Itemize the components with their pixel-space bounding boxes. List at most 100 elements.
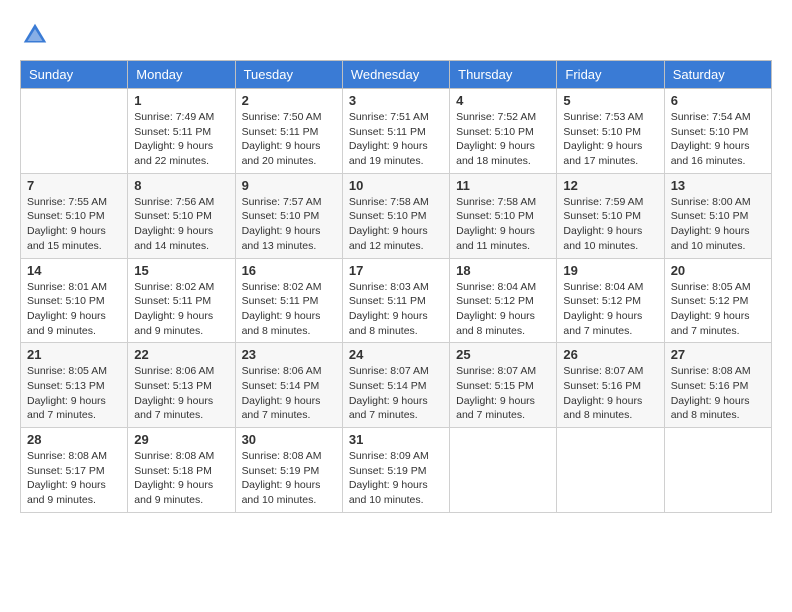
calendar-cell: 26 Sunrise: 8:07 AMSunset: 5:16 PMDayligh… bbox=[557, 343, 664, 428]
day-info: Sunrise: 7:54 AMSunset: 5:10 PMDaylight:… bbox=[671, 110, 765, 169]
calendar-cell: 24Sunrise: 8:07 AMSunset: 5:14 PMDayligh… bbox=[342, 343, 449, 428]
day-number: 20 bbox=[671, 263, 765, 278]
day-number: 26 bbox=[563, 347, 657, 362]
day-info: Sunrise: 8:04 AMSunset: 5:12 PMDaylight:… bbox=[456, 280, 550, 339]
calendar-cell bbox=[557, 428, 664, 513]
day-number: 9 bbox=[242, 178, 336, 193]
day-info: Sunrise: 7:51 AMSunset: 5:11 PMDaylight:… bbox=[349, 110, 443, 169]
day-number: 7 bbox=[27, 178, 121, 193]
day-info: Sunrise: 7:55 AMSunset: 5:10 PMDaylight:… bbox=[27, 195, 121, 254]
day-info: Sunrise: 8:08 AMSunset: 5:16 PMDaylight:… bbox=[671, 364, 765, 423]
day-number: 1 bbox=[134, 93, 228, 108]
calendar-cell: 18 Sunrise: 8:04 AMSunset: 5:12 PMDayligh… bbox=[450, 258, 557, 343]
calendar-header-row: SundayMondayTuesdayWednesdayThursdayFrid… bbox=[21, 61, 772, 89]
day-header-thursday: Thursday bbox=[450, 61, 557, 89]
day-number: 3 bbox=[349, 93, 443, 108]
day-number: 25 bbox=[456, 347, 550, 362]
calendar-cell: 29 Sunrise: 8:08 AMSunset: 5:18 PMDayligh… bbox=[128, 428, 235, 513]
day-number: 13 bbox=[671, 178, 765, 193]
day-info: Sunrise: 8:06 AMSunset: 5:14 PMDaylight:… bbox=[242, 364, 336, 423]
calendar-cell bbox=[450, 428, 557, 513]
calendar-cell bbox=[664, 428, 771, 513]
day-number: 27 bbox=[671, 347, 765, 362]
calendar-cell: 23 Sunrise: 8:06 AMSunset: 5:14 PMDayligh… bbox=[235, 343, 342, 428]
day-number: 21 bbox=[27, 347, 121, 362]
day-info: Sunrise: 7:58 AMSunset: 5:10 PMDaylight:… bbox=[456, 195, 550, 254]
day-number: 19 bbox=[563, 263, 657, 278]
day-header-sunday: Sunday bbox=[21, 61, 128, 89]
day-number: 23 bbox=[242, 347, 336, 362]
calendar-cell: 13 Sunrise: 8:00 AMSunset: 5:10 PMDayligh… bbox=[664, 173, 771, 258]
day-number: 5 bbox=[563, 93, 657, 108]
calendar-cell: 7 Sunrise: 7:55 AMSunset: 5:10 PMDaylight… bbox=[21, 173, 128, 258]
day-info: Sunrise: 8:03 AMSunset: 5:11 PMDaylight:… bbox=[349, 280, 443, 339]
day-number: 28 bbox=[27, 432, 121, 447]
day-number: 16 bbox=[242, 263, 336, 278]
calendar-week-row: 14Sunrise: 8:01 AMSunset: 5:10 PMDayligh… bbox=[21, 258, 772, 343]
calendar-cell: 30Sunrise: 8:08 AMSunset: 5:19 PMDayligh… bbox=[235, 428, 342, 513]
day-info: Sunrise: 7:58 AMSunset: 5:10 PMDaylight:… bbox=[349, 195, 443, 254]
day-info: Sunrise: 7:49 AMSunset: 5:11 PMDaylight:… bbox=[134, 110, 228, 169]
calendar-cell: 4 Sunrise: 7:52 AMSunset: 5:10 PMDaylight… bbox=[450, 89, 557, 174]
day-info: Sunrise: 8:05 AMSunset: 5:13 PMDaylight:… bbox=[27, 364, 121, 423]
day-info: Sunrise: 7:50 AMSunset: 5:11 PMDaylight:… bbox=[242, 110, 336, 169]
calendar-cell: 10 Sunrise: 7:58 AMSunset: 5:10 PMDayligh… bbox=[342, 173, 449, 258]
day-info: Sunrise: 8:08 AMSunset: 5:19 PMDaylight:… bbox=[242, 449, 336, 508]
day-number: 31 bbox=[349, 432, 443, 447]
calendar-cell: 21 Sunrise: 8:05 AMSunset: 5:13 PMDayligh… bbox=[21, 343, 128, 428]
calendar-table: SundayMondayTuesdayWednesdayThursdayFrid… bbox=[20, 60, 772, 513]
day-number: 6 bbox=[671, 93, 765, 108]
day-info: Sunrise: 8:08 AMSunset: 5:18 PMDaylight:… bbox=[134, 449, 228, 508]
day-info: Sunrise: 7:52 AMSunset: 5:10 PMDaylight:… bbox=[456, 110, 550, 169]
calendar-week-row: 21 Sunrise: 8:05 AMSunset: 5:13 PMDayligh… bbox=[21, 343, 772, 428]
day-info: Sunrise: 8:06 AMSunset: 5:13 PMDaylight:… bbox=[134, 364, 228, 423]
day-number: 15 bbox=[134, 263, 228, 278]
day-info: Sunrise: 8:08 AMSunset: 5:17 PMDaylight:… bbox=[27, 449, 121, 508]
calendar-cell: 12Sunrise: 7:59 AMSunset: 5:10 PMDayligh… bbox=[557, 173, 664, 258]
calendar-cell: 3 Sunrise: 7:51 AMSunset: 5:11 PMDaylight… bbox=[342, 89, 449, 174]
day-number: 11 bbox=[456, 178, 550, 193]
calendar-cell: 19 Sunrise: 8:04 AMSunset: 5:12 PMDayligh… bbox=[557, 258, 664, 343]
calendar-cell: 9 Sunrise: 7:57 AMSunset: 5:10 PMDaylight… bbox=[235, 173, 342, 258]
day-number: 4 bbox=[456, 93, 550, 108]
calendar-cell: 16Sunrise: 8:02 AMSunset: 5:11 PMDayligh… bbox=[235, 258, 342, 343]
day-number: 18 bbox=[456, 263, 550, 278]
day-number: 24 bbox=[349, 347, 443, 362]
calendar-cell: 14Sunrise: 8:01 AMSunset: 5:10 PMDayligh… bbox=[21, 258, 128, 343]
calendar-week-row: 1 Sunrise: 7:49 AMSunset: 5:11 PMDaylight… bbox=[21, 89, 772, 174]
day-info: Sunrise: 7:53 AMSunset: 5:10 PMDaylight:… bbox=[563, 110, 657, 169]
day-info: Sunrise: 8:05 AMSunset: 5:12 PMDaylight:… bbox=[671, 280, 765, 339]
day-header-tuesday: Tuesday bbox=[235, 61, 342, 89]
calendar-cell: 11 Sunrise: 7:58 AMSunset: 5:10 PMDayligh… bbox=[450, 173, 557, 258]
day-header-friday: Friday bbox=[557, 61, 664, 89]
calendar-week-row: 7 Sunrise: 7:55 AMSunset: 5:10 PMDaylight… bbox=[21, 173, 772, 258]
calendar-cell: 28 Sunrise: 8:08 AMSunset: 5:17 PMDayligh… bbox=[21, 428, 128, 513]
calendar-cell bbox=[21, 89, 128, 174]
day-number: 29 bbox=[134, 432, 228, 447]
calendar-cell: 22Sunrise: 8:06 AMSunset: 5:13 PMDayligh… bbox=[128, 343, 235, 428]
day-info: Sunrise: 7:57 AMSunset: 5:10 PMDaylight:… bbox=[242, 195, 336, 254]
day-number: 8 bbox=[134, 178, 228, 193]
calendar-cell: 2Sunrise: 7:50 AMSunset: 5:11 PMDaylight… bbox=[235, 89, 342, 174]
day-number: 10 bbox=[349, 178, 443, 193]
calendar-cell: 17 Sunrise: 8:03 AMSunset: 5:11 PMDayligh… bbox=[342, 258, 449, 343]
day-info: Sunrise: 8:04 AMSunset: 5:12 PMDaylight:… bbox=[563, 280, 657, 339]
logo-icon bbox=[20, 20, 50, 50]
day-header-monday: Monday bbox=[128, 61, 235, 89]
calendar-week-row: 28 Sunrise: 8:08 AMSunset: 5:17 PMDayligh… bbox=[21, 428, 772, 513]
calendar-cell: 1 Sunrise: 7:49 AMSunset: 5:11 PMDaylight… bbox=[128, 89, 235, 174]
day-info: Sunrise: 8:02 AMSunset: 5:11 PMDaylight:… bbox=[134, 280, 228, 339]
calendar-cell: 15 Sunrise: 8:02 AMSunset: 5:11 PMDayligh… bbox=[128, 258, 235, 343]
day-info: Sunrise: 8:07 AMSunset: 5:15 PMDaylight:… bbox=[456, 364, 550, 423]
day-number: 17 bbox=[349, 263, 443, 278]
day-info: Sunrise: 7:56 AMSunset: 5:10 PMDaylight:… bbox=[134, 195, 228, 254]
calendar-cell: 27 Sunrise: 8:08 AMSunset: 5:16 PMDayligh… bbox=[664, 343, 771, 428]
day-info: Sunrise: 8:07 AMSunset: 5:16 PMDaylight:… bbox=[563, 364, 657, 423]
calendar-cell: 6 Sunrise: 7:54 AMSunset: 5:10 PMDaylight… bbox=[664, 89, 771, 174]
calendar-cell: 25 Sunrise: 8:07 AMSunset: 5:15 PMDayligh… bbox=[450, 343, 557, 428]
day-info: Sunrise: 8:00 AMSunset: 5:10 PMDaylight:… bbox=[671, 195, 765, 254]
day-number: 14 bbox=[27, 263, 121, 278]
logo bbox=[20, 20, 54, 50]
calendar-cell: 5 Sunrise: 7:53 AMSunset: 5:10 PMDaylight… bbox=[557, 89, 664, 174]
header bbox=[20, 20, 772, 50]
